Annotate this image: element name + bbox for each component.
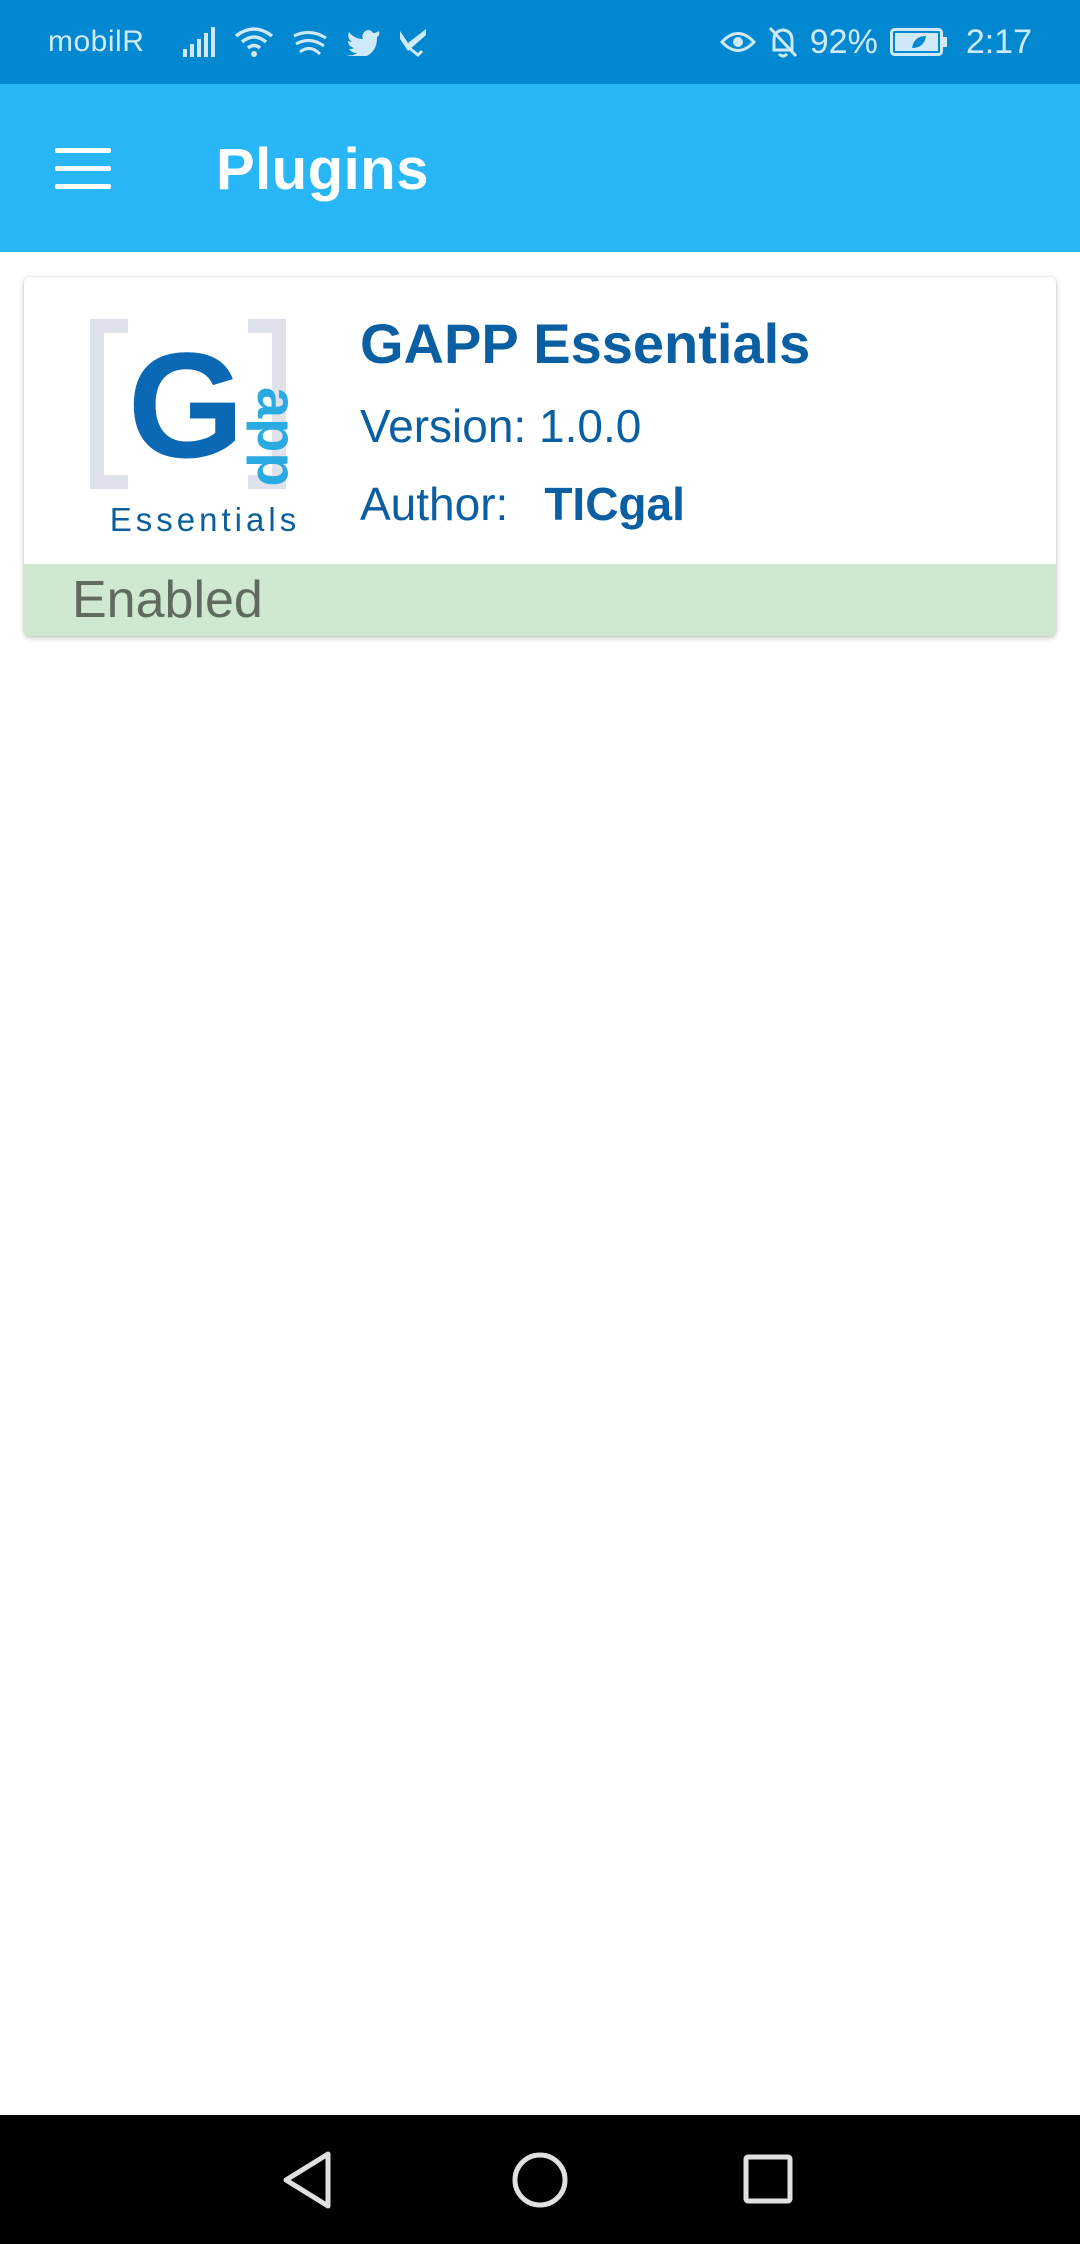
menu-line: [55, 165, 111, 171]
page-title: Plugins: [216, 137, 429, 202]
twitter-icon: [346, 28, 380, 56]
status-right-group: 92% 2:17: [719, 22, 1032, 62]
home-circle-icon[interactable]: [505, 2145, 575, 2215]
status-bar: mobilR 92% 2:17: [0, 0, 1080, 84]
feedly-icon: [398, 27, 428, 57]
battery-percent: 92%: [809, 22, 878, 61]
clock: 2:17: [965, 22, 1032, 61]
hamburger-menu-icon[interactable]: [40, 130, 126, 206]
carrier-name: mobilR: [48, 25, 145, 58]
plugin-logo: G app Essentials: [90, 317, 320, 538]
plugin-card[interactable]: G app Essentials GAPP Essentials Version…: [24, 277, 1056, 636]
plugin-version: Version: 1.0.0: [360, 400, 642, 452]
plugin-status-badge: Enabled: [24, 564, 1056, 636]
author-value: TICgal: [544, 478, 685, 530]
navigation-bar: [0, 2115, 1080, 2244]
gapp-logo-icon: G app: [90, 319, 309, 489]
app-bar: Plugins: [0, 84, 1080, 252]
menu-line: [55, 147, 111, 153]
recents-square-icon[interactable]: [734, 2145, 804, 2215]
status-left-group: mobilR: [48, 25, 720, 59]
plugin-status-text: Enabled: [72, 571, 263, 629]
logo-side-text: app: [246, 387, 309, 487]
plugin-author-row: Author: TICgal: [360, 477, 685, 531]
plugin-name: GAPP Essentials: [360, 312, 811, 375]
author-label: Author:: [360, 478, 509, 530]
logo-caption: Essentials: [109, 501, 301, 538]
signal-icon: [182, 27, 216, 57]
battery-icon: [889, 28, 948, 56]
logo-letter: G: [128, 321, 245, 489]
swiftkey-icon: [292, 28, 328, 56]
back-triangle-icon[interactable]: [273, 2145, 343, 2215]
bell-off-icon: [768, 26, 798, 58]
wifi-icon: [234, 26, 274, 58]
eye-comfort-icon: [719, 29, 756, 55]
menu-line: [55, 183, 111, 189]
